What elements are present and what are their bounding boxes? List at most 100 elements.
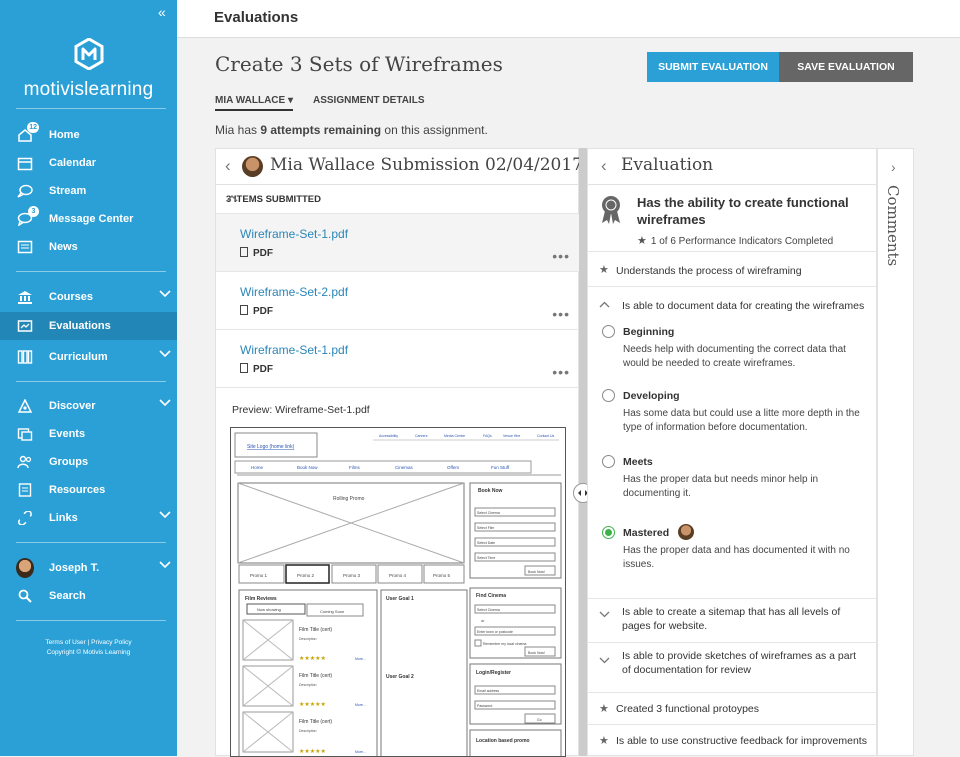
file-type-label: PDF [253,248,273,259]
file-name-link[interactable]: Wireframe-Set-2.pdf [240,285,348,299]
chevron-left-icon[interactable]: ‹ [601,156,607,176]
level-description: Needs help with documenting the correct … [623,344,846,369]
wireframe-select: Select Cinema [477,511,500,515]
indicator-prototypes[interactable]: ★ Created 3 functional protoypes [588,693,878,725]
file-type: PDF [240,247,273,259]
panel-scrollbar[interactable] [579,148,587,756]
wireframe-go: Go [537,718,542,722]
items-submitted-header[interactable]: 3 ITEMS SUBMITTED [216,186,580,212]
wireframe-description: Description [299,729,317,733]
chevron-right-icon[interactable]: › [891,159,896,175]
file-type: PDF [240,363,273,375]
level-radio-selected[interactable] [602,526,615,539]
level-radio[interactable] [602,389,615,402]
award-ribbon-icon [602,196,620,224]
document-icon [240,247,248,257]
wireframe-more-link: More... [355,750,366,754]
more-options-icon[interactable]: ••• [552,306,570,322]
submission-title: Mia Wallace Submission 02/04/2017 [270,155,583,175]
sidebar-item-courses[interactable]: Courses [0,283,177,311]
indicator-label: of documentation for review [622,664,751,676]
sidebar-item-links[interactable]: Links [0,504,177,532]
wireframe-preview[interactable]: Site Logo (home link) Accessibility Care… [230,427,566,757]
sidebar-item-curriculum[interactable]: Curriculum [0,343,177,371]
sidebar-item-label: Curriculum [49,351,108,363]
sidebar-item-user-profile[interactable]: Joseph T. [0,554,177,582]
save-evaluation-button[interactable]: SAVE EVALUATION [779,52,913,82]
submit-evaluation-button[interactable]: SUBMIT EVALUATION [647,52,779,82]
chevron-down-icon [599,655,610,667]
level-name: Mastered [623,527,670,539]
brand-name: motivislearning [23,79,154,100]
sidebar-item-label: Evaluations [49,320,111,332]
comments-panel[interactable]: › Comments [877,148,914,756]
level-radio[interactable] [602,325,615,338]
sidebar-item-news[interactable]: News [0,233,177,261]
indicator-sitemap[interactable]: Is able to create a sitemap that has all… [588,599,878,643]
top-bar: Evaluations [177,0,960,38]
sidebar-item-label: Discover [49,400,96,412]
copyright: Copyright © Motivis Learning [46,649,131,656]
sidebar-item-label: Stream [49,185,87,197]
sidebar-item-resources[interactable]: Resources [0,476,177,504]
indicator-understands[interactable]: ★ Understands the process of wireframing [588,253,878,287]
tab-assignment-details[interactable]: ASSIGNMENT DETAILS [313,95,424,106]
file-name-link[interactable]: Wireframe-Set-1.pdf [240,227,348,241]
file-name-link[interactable]: Wireframe-Set-1.pdf [240,343,348,357]
avatar [16,558,34,578]
sidebar-item-discover[interactable]: Discover [0,392,177,420]
sidebar-item-label: Links [49,512,78,524]
wireframe-top-link: Careers [415,434,428,438]
sidebar-item-label: Events [49,428,86,440]
sidebar-item-label: Search [49,590,86,602]
wireframe-select: Select Film [477,526,494,530]
level-radio[interactable] [602,455,615,468]
comments-label: Comments [884,185,902,267]
divider [16,271,166,272]
indicator-label: pages for website. [622,620,708,632]
wireframe-stars: ★★★★★ [299,748,326,755]
wireframe-film-title: Film Title (cert) [299,719,332,725]
sidebar-item-home[interactable]: 12 Home [0,121,177,149]
sidebar-item-label: Courses [49,291,94,303]
chevron-down-icon [159,289,171,301]
chevron-up-icon[interactable] [226,191,570,205]
indicator-feedback[interactable]: ★ Is able to use constructive feedback f… [588,725,878,757]
file-item[interactable]: Wireframe-Set-1.pdf PDF ••• [216,213,580,271]
sidebar-item-stream[interactable]: Stream [0,177,177,205]
chevron-left-icon[interactable]: ‹ [225,156,231,176]
sidebar-item-message-center[interactable]: 3 Message Center [0,205,177,233]
brand-logo[interactable]: motivislearning [0,37,177,101]
wireframe-film-reviews: Film Reviews [245,596,277,602]
chevron-up-icon[interactable] [599,299,610,311]
sidebar-item-events[interactable]: Events [0,420,177,448]
tab-student-selector[interactable]: MIA WALLACE ▾ [215,95,293,111]
events-icon [16,426,34,442]
wireframe-stars: ★★★★★ [299,701,326,708]
sidebar-item-evaluations[interactable]: Evaluations [0,312,177,340]
chevron-down-icon [159,560,171,572]
resources-icon [16,482,34,498]
legal-links[interactable]: Terms of User | Privacy Policy [0,638,177,648]
more-options-icon[interactable]: ••• [552,364,570,380]
sidebar-item-groups[interactable]: Groups [0,448,177,476]
indicator-sketches[interactable]: Is able to provide sketches of wireframe… [588,643,878,693]
notification-badge: 3 [28,206,39,217]
file-item[interactable]: Wireframe-Set-1.pdf PDF ••• [216,329,580,387]
wireframe-find-cinema: Find Cinema [476,593,506,599]
collapse-sidebar-icon[interactable]: « [158,4,166,20]
file-type-label: PDF [253,364,273,375]
wireframe-top-link: Contact Us [537,434,555,438]
wireframe-nav: Cinemas [395,465,414,470]
document-icon [240,305,248,315]
file-item[interactable]: Wireframe-Set-2.pdf PDF ••• [216,271,580,329]
sidebar-item-label: Groups [49,456,89,468]
wireframe-film-title: Film Title (cert) [299,673,332,679]
level-name: Developing [623,390,680,402]
more-options-icon[interactable]: ••• [552,248,570,264]
sidebar-item-calendar[interactable]: Calendar [0,149,177,177]
sidebar-item-search[interactable]: Search [0,582,177,610]
wireframe-now-showing: Now showing [257,607,281,612]
evaluation-header: ‹ Evaluation [588,149,878,185]
wireframe-nav: Home [251,465,264,470]
